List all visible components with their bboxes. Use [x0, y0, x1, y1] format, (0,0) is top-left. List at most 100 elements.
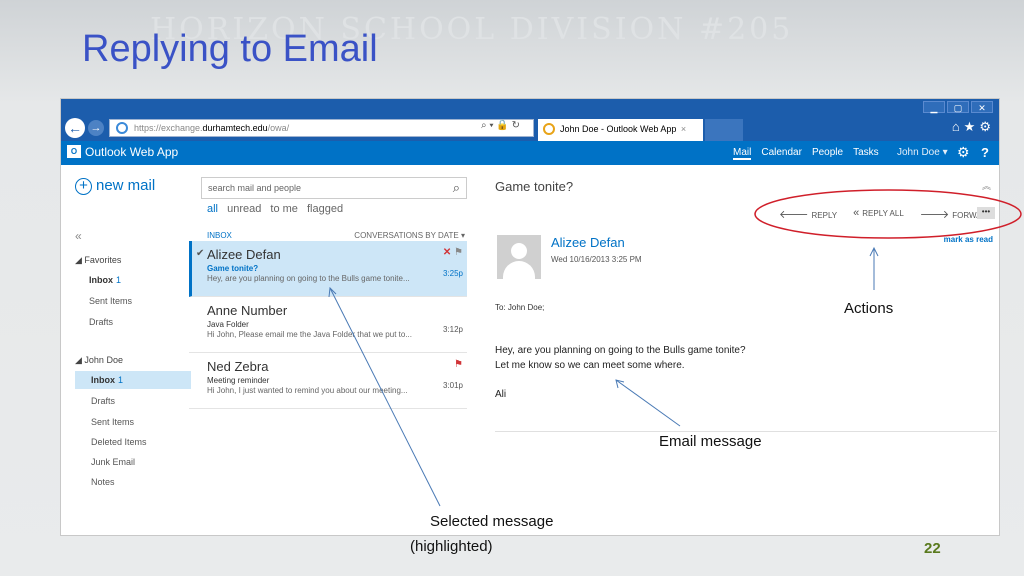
- reply-label: REPLY: [811, 211, 838, 220]
- url-prefix: https://exchange.: [134, 123, 203, 133]
- mark-as-read-link[interactable]: mark as read: [944, 235, 993, 244]
- user-menu[interactable]: John Doe ▾: [897, 147, 948, 158]
- message-sender: Anne Number: [207, 303, 288, 318]
- home-star-gear-icons[interactable]: ⌂★⚙: [952, 119, 995, 135]
- sort-dropdown[interactable]: CONVERSATIONS BY DATE ▾: [354, 231, 465, 240]
- folder-name: INBOX: [207, 231, 232, 240]
- folder-inbox[interactable]: Inbox 1: [91, 375, 123, 385]
- reply-button[interactable]: 🡐 REPLY: [779, 207, 837, 221]
- outlook-logo-icon: O: [67, 145, 81, 158]
- owa-nav: Mail Calendar People Tasks: [733, 147, 879, 160]
- new-mail-button[interactable]: + new mail: [75, 177, 155, 195]
- tab-title: John Doe - Outlook Web App: [560, 124, 677, 134]
- ie-icon: [116, 122, 128, 134]
- delete-icon[interactable]: ✕: [443, 247, 451, 258]
- ie-tab-icon: [543, 123, 555, 135]
- filter-flagged[interactable]: flagged: [307, 203, 343, 215]
- forward-arrow-icon[interactable]: →: [88, 120, 104, 136]
- selected-message-callout: Selected message: [430, 513, 554, 530]
- nav-calendar[interactable]: Calendar: [761, 147, 802, 160]
- reply-all-arrow-icon: «: [853, 207, 860, 219]
- email-body-line: Hey, are you planning on going to the Bu…: [495, 345, 746, 356]
- red-flag-icon[interactable]: ⚑: [454, 359, 463, 370]
- browser-toolbar: ▁ ▢ ✕ ← → https://exchange.durhamtech.ed…: [61, 99, 999, 141]
- tab-close-icon[interactable]: ×: [681, 124, 686, 134]
- account-header[interactable]: ◢ John Doe: [75, 355, 123, 366]
- folder-junk-email[interactable]: Junk Email: [91, 457, 135, 467]
- recipient-line: To: John Doe;: [495, 303, 545, 312]
- message-item[interactable]: Ned Zebra Meeting reminder Hi John, I ju…: [189, 353, 467, 409]
- sender-name[interactable]: Alizee Defan: [551, 235, 625, 250]
- slide-title: Replying to Email: [82, 28, 378, 70]
- action-bar: 🡐 REPLY «REPLY ALL 🡒 FORWARD: [779, 207, 993, 221]
- folder-deleted-items[interactable]: Deleted Items: [91, 437, 147, 447]
- filter-bar: all unread to me flagged: [207, 203, 349, 215]
- message-item-selected[interactable]: ✔ Alizee Defan Game tonite? Hey, are you…: [189, 241, 467, 297]
- email-signature: Ali: [495, 389, 507, 400]
- owa-screenshot: ▁ ▢ ✕ ← → https://exchange.durhamtech.ed…: [60, 98, 1000, 536]
- plus-icon: +: [75, 178, 92, 195]
- close-window-icon[interactable]: ✕: [971, 101, 993, 113]
- message-subject: Java Folder: [207, 320, 249, 329]
- minimize-icon[interactable]: ▁: [923, 101, 945, 113]
- address-bar[interactable]: https://exchange.durhamtech.edu/owa/: [109, 119, 534, 137]
- nav-mail[interactable]: Mail: [733, 147, 752, 160]
- page-number: 22: [924, 540, 941, 557]
- favorites-sent-items[interactable]: Sent Items: [89, 296, 132, 306]
- folder-notes[interactable]: Notes: [91, 477, 115, 487]
- filter-all[interactable]: all: [207, 203, 218, 215]
- message-preview: Hey, are you planning on going to the Bu…: [207, 274, 410, 283]
- unread-count: 1: [116, 275, 122, 285]
- delete-and-flag-icons[interactable]: ✕ ⚑: [443, 247, 463, 258]
- message-subject: Game tonite?: [207, 264, 259, 273]
- folder-label: Inbox: [91, 375, 115, 385]
- collapse-pane-icon[interactable]: «: [75, 229, 82, 243]
- message-time: 3:01p: [442, 381, 463, 390]
- owa-header: O Outlook Web App Mail Calendar People T…: [61, 141, 999, 165]
- help-icon[interactable]: ?: [981, 145, 989, 160]
- message-sender: Ned Zebra: [207, 359, 269, 374]
- message-preview: Hi John, I just wanted to remind you abo…: [207, 386, 408, 395]
- browser-tab[interactable]: John Doe - Outlook Web App ×: [538, 119, 703, 141]
- message-item[interactable]: Anne Number Java Folder Hi John, Please …: [189, 297, 467, 353]
- more-actions-button[interactable]: •••: [977, 207, 995, 219]
- window-controls: ▁ ▢ ✕: [923, 101, 993, 113]
- message-time: 3:25p: [442, 269, 463, 278]
- new-tab-button[interactable]: [705, 119, 743, 141]
- favorites-drafts[interactable]: Drafts: [89, 317, 113, 327]
- message-preview: Hi John, Please email me the Java Folder…: [207, 330, 412, 339]
- actions-callout: Actions: [844, 300, 894, 317]
- filter-to-me[interactable]: to me: [270, 203, 298, 215]
- message-time: 3:12p: [442, 325, 463, 334]
- maximize-icon[interactable]: ▢: [947, 101, 969, 113]
- search-placeholder: search mail and people: [208, 183, 302, 193]
- sent-date: Wed 10/16/2013 3:25 PM: [551, 255, 642, 264]
- email-message-callout: Email message: [659, 433, 762, 450]
- url-path: /owa/: [267, 123, 290, 133]
- gear-icon[interactable]: ⚙: [957, 144, 970, 161]
- folder-drafts[interactable]: Drafts: [91, 396, 115, 406]
- email-body: Hey, are you planning on going to the Bu…: [495, 343, 746, 373]
- search-icon[interactable]: ⌕: [453, 178, 460, 198]
- search-lock-refresh-icons[interactable]: ⌕ ▾ 🔒 ↻: [481, 120, 520, 131]
- favorites-header[interactable]: ◢ Favorites: [75, 255, 121, 266]
- unread-count: 1: [118, 375, 124, 385]
- favorites-inbox[interactable]: Inbox 1: [89, 275, 121, 285]
- new-mail-label: new mail: [96, 177, 156, 194]
- back-arrow-icon[interactable]: ←: [65, 118, 85, 138]
- check-icon[interactable]: ✔: [196, 248, 204, 259]
- filter-unread[interactable]: unread: [227, 203, 261, 215]
- folder-label: Inbox: [89, 275, 113, 285]
- nav-tasks[interactable]: Tasks: [853, 147, 879, 160]
- folder-sent-items[interactable]: Sent Items: [91, 417, 134, 427]
- reply-all-button[interactable]: «REPLY ALL: [853, 207, 904, 221]
- forward-arrow-icon: 🡒: [919, 209, 950, 221]
- flag-icon[interactable]: ⚑: [454, 247, 463, 258]
- reply-all-label: REPLY ALL: [862, 209, 904, 218]
- search-input[interactable]: search mail and people ⌕: [201, 177, 467, 199]
- collapse-up-icon[interactable]: ︽: [982, 179, 991, 192]
- nav-people[interactable]: People: [812, 147, 843, 160]
- divider: [495, 431, 997, 432]
- highlighted-callout: (highlighted): [410, 538, 493, 555]
- url-domain: durhamtech.edu: [202, 123, 268, 133]
